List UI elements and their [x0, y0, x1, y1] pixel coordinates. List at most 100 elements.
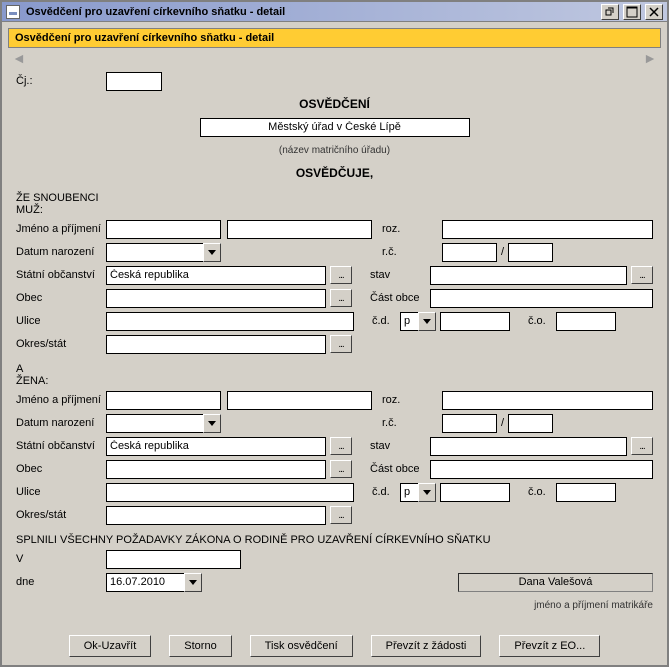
dne-picker[interactable]: [184, 573, 202, 592]
v-label: V: [16, 553, 106, 565]
woman-dob-picker[interactable]: [203, 414, 221, 433]
fulfilled-text: SPLNILI VŠECHNY POŽADAVKY ZÁKONA O RODIN…: [16, 534, 653, 546]
man-street-input[interactable]: [106, 312, 354, 331]
man-firstname-input[interactable]: [106, 220, 221, 239]
dne-input[interactable]: [106, 573, 184, 592]
woman-town-input[interactable]: [106, 460, 326, 479]
man-status-input[interactable]: [430, 266, 627, 285]
man-co-label: č.o.: [528, 315, 556, 327]
man-district-lookup[interactable]: ...: [330, 335, 352, 353]
man-co-input[interactable]: [556, 312, 616, 331]
woman-cd-label: č.d.: [372, 486, 400, 498]
man-district-input[interactable]: [106, 335, 326, 354]
man-cd-type-picker[interactable]: [418, 312, 436, 331]
woman-status-label: stav: [370, 440, 430, 452]
woman-cd-input[interactable]: [440, 483, 510, 502]
man-dob-label: Datum narození: [16, 246, 106, 258]
cancel-button[interactable]: Storno: [169, 635, 231, 657]
office-input[interactable]: [200, 118, 470, 137]
man-cd-input[interactable]: [440, 312, 510, 331]
man-cd-label: č.d.: [372, 315, 400, 327]
subheader: Osvědčení pro uzavření církevního sňatku…: [8, 28, 661, 48]
man-rc2-input[interactable]: [508, 243, 553, 262]
and-label: A: [16, 363, 653, 375]
man-citizenship-lookup[interactable]: ...: [330, 266, 352, 284]
man-town-label: Obec: [16, 292, 106, 304]
woman-town-lookup[interactable]: ...: [330, 460, 352, 478]
signer-sublabel: jméno a příjmení matrikáře: [534, 600, 653, 611]
woman-street-label: Ulice: [16, 486, 106, 498]
man-dob-picker[interactable]: [203, 243, 221, 262]
maximize-button[interactable]: [623, 4, 641, 20]
woman-rc2-input[interactable]: [508, 414, 553, 433]
prev-record-button[interactable]: ◄: [12, 50, 26, 66]
man-district-label: Okres/stát: [16, 338, 106, 350]
cj-input[interactable]: [106, 72, 162, 91]
woman-street-input[interactable]: [106, 483, 354, 502]
restore-button[interactable]: [601, 4, 619, 20]
man-nee-input[interactable]: [442, 220, 653, 239]
man-street-label: Ulice: [16, 315, 106, 327]
cj-label: Čj.:: [16, 75, 46, 87]
button-bar: Ok-Uzavřít Storno Tisk osvědčení Převzít…: [2, 635, 667, 657]
woman-citizenship-lookup[interactable]: ...: [330, 437, 352, 455]
dne-label: dne: [16, 576, 106, 588]
signer-name: Dana Valešová: [458, 573, 653, 592]
v-input[interactable]: [106, 550, 241, 569]
woman-name-label: Jméno a příjmení: [16, 394, 106, 406]
woman-dob-input[interactable]: [106, 414, 203, 433]
man-citizenship-input[interactable]: [106, 266, 326, 285]
woman-townpart-input[interactable]: [430, 460, 653, 479]
man-name-label: Jméno a příjmení: [16, 223, 106, 235]
office-sublabel: (název matričního úřadu): [279, 145, 390, 156]
man-label: MUŽ:: [16, 204, 653, 216]
woman-rc1-input[interactable]: [442, 414, 497, 433]
woman-nee-input[interactable]: [442, 391, 653, 410]
woman-co-input[interactable]: [556, 483, 616, 502]
window: Osvědčení pro uzavření církevního sňatku…: [0, 0, 669, 667]
man-nee-label: roz.: [382, 223, 442, 235]
woman-townpart-label: Část obce: [370, 463, 430, 475]
woman-district-label: Okres/stát: [16, 509, 106, 521]
woman-rc-label: r.č.: [382, 417, 442, 429]
close-button[interactable]: [645, 4, 663, 20]
man-rc-label: r.č.: [382, 246, 442, 258]
ok-button[interactable]: Ok-Uzavřít: [69, 635, 152, 657]
woman-status-input[interactable]: [430, 437, 627, 456]
woman-nee-label: roz.: [382, 394, 442, 406]
woman-town-label: Obec: [16, 463, 106, 475]
man-dob-input[interactable]: [106, 243, 203, 262]
man-status-label: stav: [370, 269, 430, 281]
fiances-label: ŽE SNOUBENCI: [16, 192, 653, 204]
woman-cd-type[interactable]: [400, 483, 418, 502]
print-button[interactable]: Tisk osvědčení: [250, 635, 353, 657]
woman-firstname-input[interactable]: [106, 391, 221, 410]
next-record-button[interactable]: ►: [643, 50, 657, 66]
take-request-button[interactable]: Převzít z žádosti: [371, 635, 482, 657]
man-surname-input[interactable]: [227, 220, 372, 239]
woman-district-input[interactable]: [106, 506, 326, 525]
take-eo-button[interactable]: Převzít z EO...: [499, 635, 600, 657]
man-rc-sep: /: [501, 246, 504, 258]
man-rc1-input[interactable]: [442, 243, 497, 262]
man-town-input[interactable]: [106, 289, 326, 308]
window-title: Osvědčení pro uzavření církevního sňatku…: [26, 6, 601, 18]
man-citizenship-label: Státní občanství: [16, 269, 106, 281]
man-townpart-input[interactable]: [430, 289, 653, 308]
man-status-lookup[interactable]: ...: [631, 266, 653, 284]
titlebar: Osvědčení pro uzavření církevního sňatku…: [2, 2, 667, 22]
woman-district-lookup[interactable]: ...: [330, 506, 352, 524]
man-townpart-label: Část obce: [370, 292, 430, 304]
woman-citizenship-input[interactable]: [106, 437, 326, 456]
man-town-lookup[interactable]: ...: [330, 289, 352, 307]
man-cd-type[interactable]: [400, 312, 418, 331]
woman-co-label: č.o.: [528, 486, 556, 498]
heading-osvedceni: OSVĚDČENÍ: [299, 97, 370, 111]
woman-citizenship-label: Státní občanství: [16, 440, 106, 452]
woman-label: ŽENA:: [16, 375, 653, 387]
woman-surname-input[interactable]: [227, 391, 372, 410]
heading-osvedcuje: OSVĚDČUJE,: [296, 166, 373, 180]
woman-dob-label: Datum narození: [16, 417, 106, 429]
woman-cd-type-picker[interactable]: [418, 483, 436, 502]
woman-status-lookup[interactable]: ...: [631, 437, 653, 455]
